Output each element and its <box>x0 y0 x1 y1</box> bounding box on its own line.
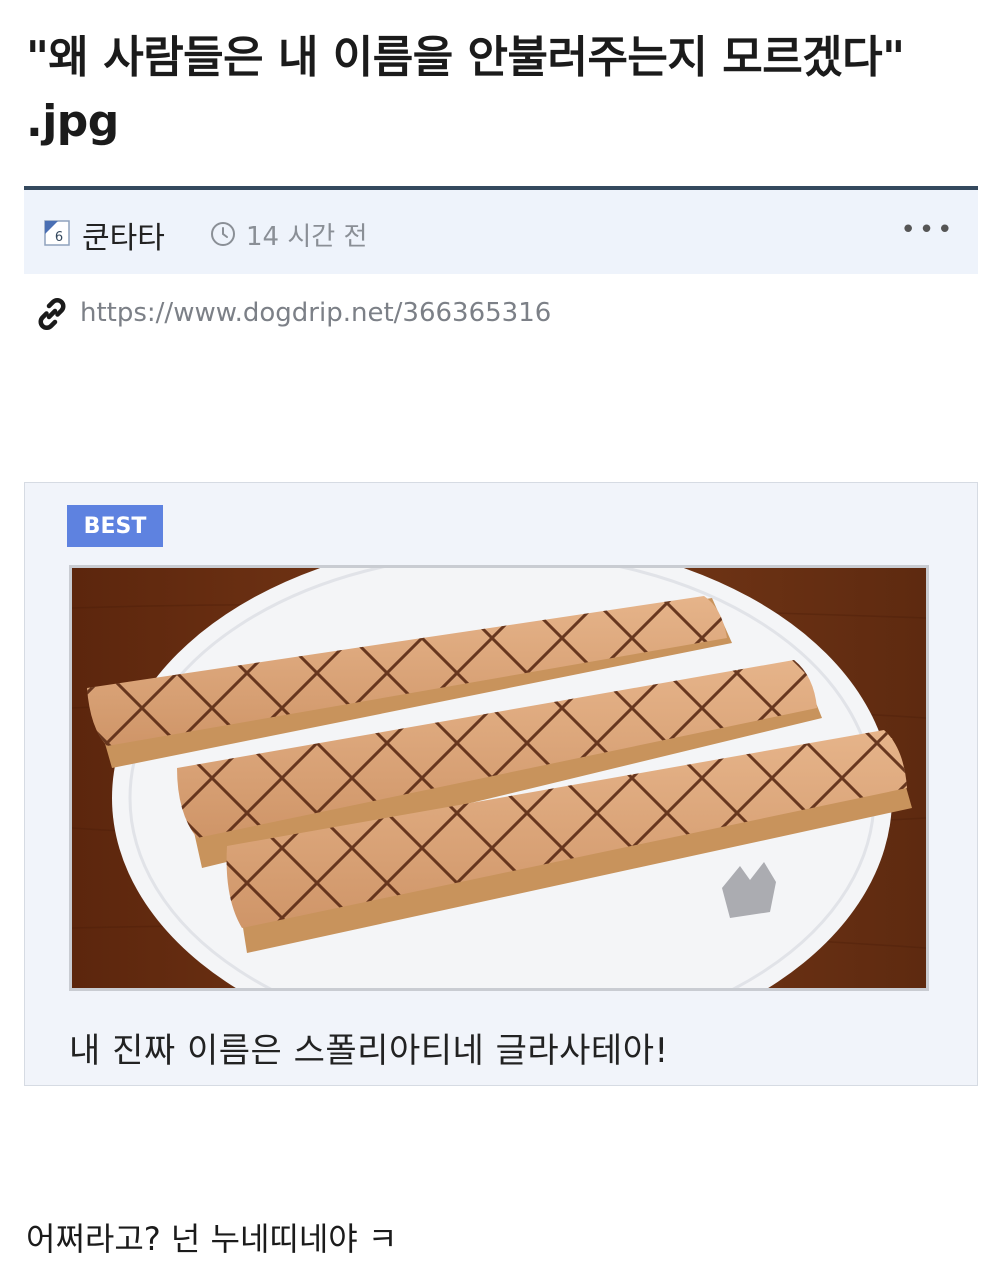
more-options-button[interactable]: ••• <box>901 208 953 252</box>
level-badge-number: 6 <box>55 230 63 245</box>
author-name[interactable]: 쿤타타 <box>82 213 165 257</box>
post-time: 14 시간 전 <box>246 222 368 252</box>
level-badge-icon: 6 <box>44 220 70 246</box>
post-title: "왜 사람들은 내 이름을 안불러주는지 모르겠다" .jpg <box>26 32 905 147</box>
card-caption: 내 진짜 이름은 스폴리아티네 글라사테아! <box>69 1031 669 1071</box>
pastry-photo <box>69 565 929 991</box>
best-badge: BEST <box>67 505 163 547</box>
embedded-best-card: BEST 내 진짜 이름은 스폴리아티네 글라사테아! <box>24 482 978 1086</box>
post-body-text: 어쩌라고? 넌 누네띠네야 ㅋ <box>26 1220 398 1258</box>
link-icon <box>34 296 70 332</box>
clock-icon <box>210 221 236 247</box>
post-url-link[interactable]: https://www.dogdrip.net/366365316 <box>80 298 551 328</box>
post-meta-bar: 6 쿤타타 14 시간 전 ••• <box>24 186 978 274</box>
